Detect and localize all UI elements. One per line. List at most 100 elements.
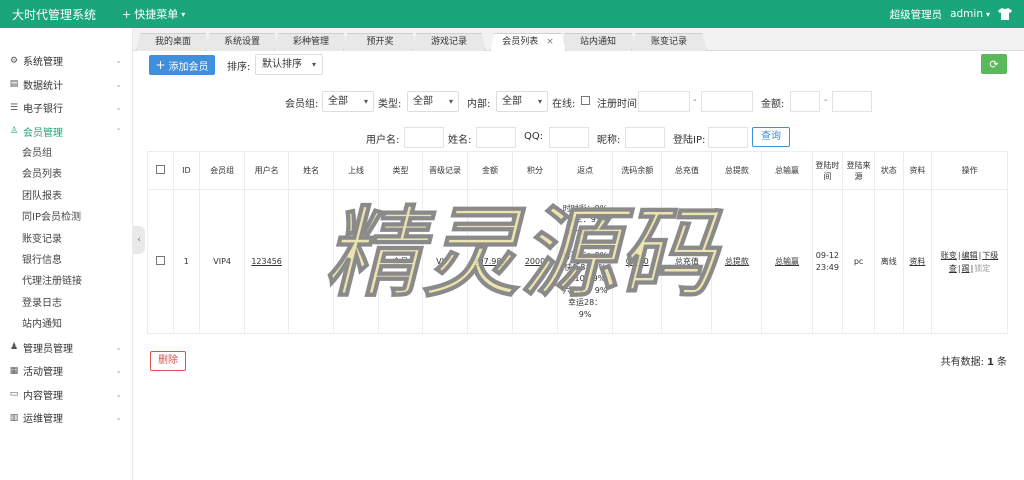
chevron-down-icon: ⌄ <box>115 56 122 66</box>
login-clock: 23:49 <box>815 262 839 272</box>
skin-icon[interactable] <box>998 8 1012 20</box>
sidebar-item-login-log[interactable]: 登录日志 <box>0 293 132 314</box>
sidebar-group-ebank[interactable]: ☰ 电子银行 ⌄ <box>0 96 132 120</box>
type-select[interactable]: 全部 ▾ <box>407 91 459 112</box>
row-select-cell[interactable] <box>147 189 174 334</box>
edit-link[interactable]: 编辑 <box>962 251 978 260</box>
tab-member-list[interactable]: 会员列表 × <box>490 33 566 51</box>
name-input[interactable] <box>476 127 516 148</box>
sidebar-item-team-report[interactable]: 团队报表 <box>0 186 132 207</box>
qq-input[interactable] <box>549 127 589 148</box>
sidebar-item-balance-log[interactable]: 账变记录 <box>0 229 132 250</box>
profile-link[interactable]: 资料 <box>909 257 925 266</box>
range-dash: - <box>824 95 828 106</box>
query-button[interactable]: 查询 <box>752 127 790 147</box>
add-member-button[interactable]: + 添加会员 <box>149 55 215 75</box>
total-label: 共有数据: <box>940 357 985 368</box>
sidebar-item-member-group[interactable]: 会员组 <box>0 143 132 164</box>
cell-id: 1 <box>172 189 201 334</box>
sidebar-group-members[interactable]: ♙ 会员管理 ⌃ <box>0 120 132 144</box>
amount-min-input[interactable] <box>790 91 820 112</box>
sidebar-item-bank-info[interactable]: 银行信息 <box>0 250 132 271</box>
refresh-icon: ⟳ <box>989 57 999 71</box>
balance-change-link[interactable]: 账变 <box>941 251 957 260</box>
row-checkbox[interactable] <box>155 256 165 265</box>
column-header: 用户名 <box>244 151 290 190</box>
tab-label: 会员列表 <box>502 37 539 47</box>
sidebar-group-ops[interactable]: ▥ 运维管理 ⌄ <box>0 406 132 430</box>
sidebar-item-member-list[interactable]: 会员列表 <box>0 164 132 185</box>
reg-time-label: 注册时间: <box>597 99 641 110</box>
cell-login-time: 09-12 23:49 <box>811 189 844 334</box>
online-checkbox[interactable] <box>581 96 590 105</box>
sidebar-item-same-ip[interactable]: 同IP会员检测 <box>0 207 132 228</box>
downline-link[interactable]: 下级 <box>982 251 998 260</box>
amount-label: 金额: <box>761 99 785 110</box>
column-header: 会员组 <box>199 151 246 190</box>
username-label: 用户名: <box>366 135 400 146</box>
tab-label: 系统设置 <box>223 37 260 47</box>
column-header: 状态 <box>873 151 904 190</box>
sidebar-group-activity[interactable]: ▦ 活动管理 ⌄ <box>0 359 132 383</box>
refresh-button[interactable]: ⟳ <box>981 54 1007 74</box>
column-header: 总输赢 <box>761 151 813 190</box>
sidebar-item-agent-link[interactable]: 代理注册链接 <box>0 271 132 292</box>
column-header: 晋级记录 <box>422 151 469 190</box>
internal-select[interactable]: 全部 ▾ <box>496 91 548 112</box>
gear-icon: ⚙ <box>9 55 19 66</box>
sidebar-item-site-notice[interactable]: 站内通知 <box>0 314 132 335</box>
tab-desktop[interactable]: 我的桌面 <box>136 33 210 51</box>
column-header: 上线 <box>333 151 380 190</box>
user-icon: ♙ <box>9 126 19 137</box>
sidebar-group-system[interactable]: ⚙ 系统管理 ⌄ <box>0 49 132 73</box>
sidebar-group-label: 会员管理 <box>23 127 63 139</box>
delete-button[interactable]: 删除 <box>150 351 186 371</box>
nickname-label: 昵称: <box>597 135 621 146</box>
sidebar-group-stats[interactable]: ▤ 数据统计 ⌄ <box>0 73 132 97</box>
cell-total-winloss: 总输赢 <box>761 189 813 334</box>
lock-link[interactable]: 锁定 <box>974 264 990 273</box>
chevron-down-icon: ⌄ <box>115 389 122 399</box>
total-winloss-link[interactable]: 总输赢 <box>775 257 799 266</box>
tab-system-settings[interactable]: 系统设置 <box>205 33 279 51</box>
reg-time-start-input[interactable] <box>638 91 690 112</box>
member-group-select[interactable]: 全部 ▾ <box>322 91 374 112</box>
total-unit: 条 <box>997 357 1007 368</box>
nickname-input[interactable] <box>625 127 665 148</box>
tab-label: 预开奖 <box>366 37 394 47</box>
cell-profile: 资料 <box>902 189 933 334</box>
app-title: 大时代管理系统 <box>12 7 97 22</box>
sidebar-group-admins[interactable]: ♟ 管理员管理 ⌄ <box>0 336 132 360</box>
type-label: 类型: <box>378 99 402 110</box>
tab-game-records[interactable]: 游戏记录 <box>412 33 486 51</box>
plus-icon: + <box>155 58 166 72</box>
select-all-cell[interactable] <box>147 151 174 190</box>
username-input[interactable] <box>404 127 444 148</box>
username-link[interactable]: 123456 <box>251 257 282 266</box>
total-count: 共有数据: 1 条 <box>941 353 1007 368</box>
sidebar-group-content[interactable]: ▭ 内容管理 ⌄ <box>0 383 132 407</box>
tab-label: 彩种管理 <box>292 37 329 47</box>
sort-select[interactable]: 默认排序 ▾ <box>255 54 323 75</box>
tab-site-notice[interactable]: 站内通知 <box>560 33 636 51</box>
downline-link-cont[interactable]: 查 <box>949 264 957 273</box>
chevron-down-icon: ▾ <box>448 97 453 106</box>
close-icon[interactable]: × <box>546 37 554 47</box>
reg-time-end-input[interactable] <box>701 91 753 112</box>
column-header: 金额 <box>467 151 513 190</box>
member-group-label: 会员组: <box>285 99 319 110</box>
tab-balance-log[interactable]: 账变记录 <box>631 33 707 51</box>
kick-link[interactable]: 踢 <box>962 264 970 273</box>
sidebar-collapse-handle[interactable]: ‹ <box>133 226 145 254</box>
quick-menu[interactable]: + 快捷菜单 ▾ <box>122 6 185 22</box>
column-header: 操作 <box>931 151 1008 190</box>
chevron-left-icon: ‹ <box>137 235 141 245</box>
type-value: 全部 <box>413 96 433 107</box>
amount-max-input[interactable] <box>832 91 872 112</box>
select-all-checkbox[interactable] <box>155 165 165 174</box>
tab-lottery-manage[interactable]: 彩种管理 <box>274 33 348 51</box>
tab-pre-draw[interactable]: 预开奖 <box>343 33 417 51</box>
user-menu[interactable]: admin ▾ <box>950 8 990 20</box>
login-ip-input[interactable] <box>708 127 748 148</box>
column-header: 总充值 <box>661 151 713 190</box>
